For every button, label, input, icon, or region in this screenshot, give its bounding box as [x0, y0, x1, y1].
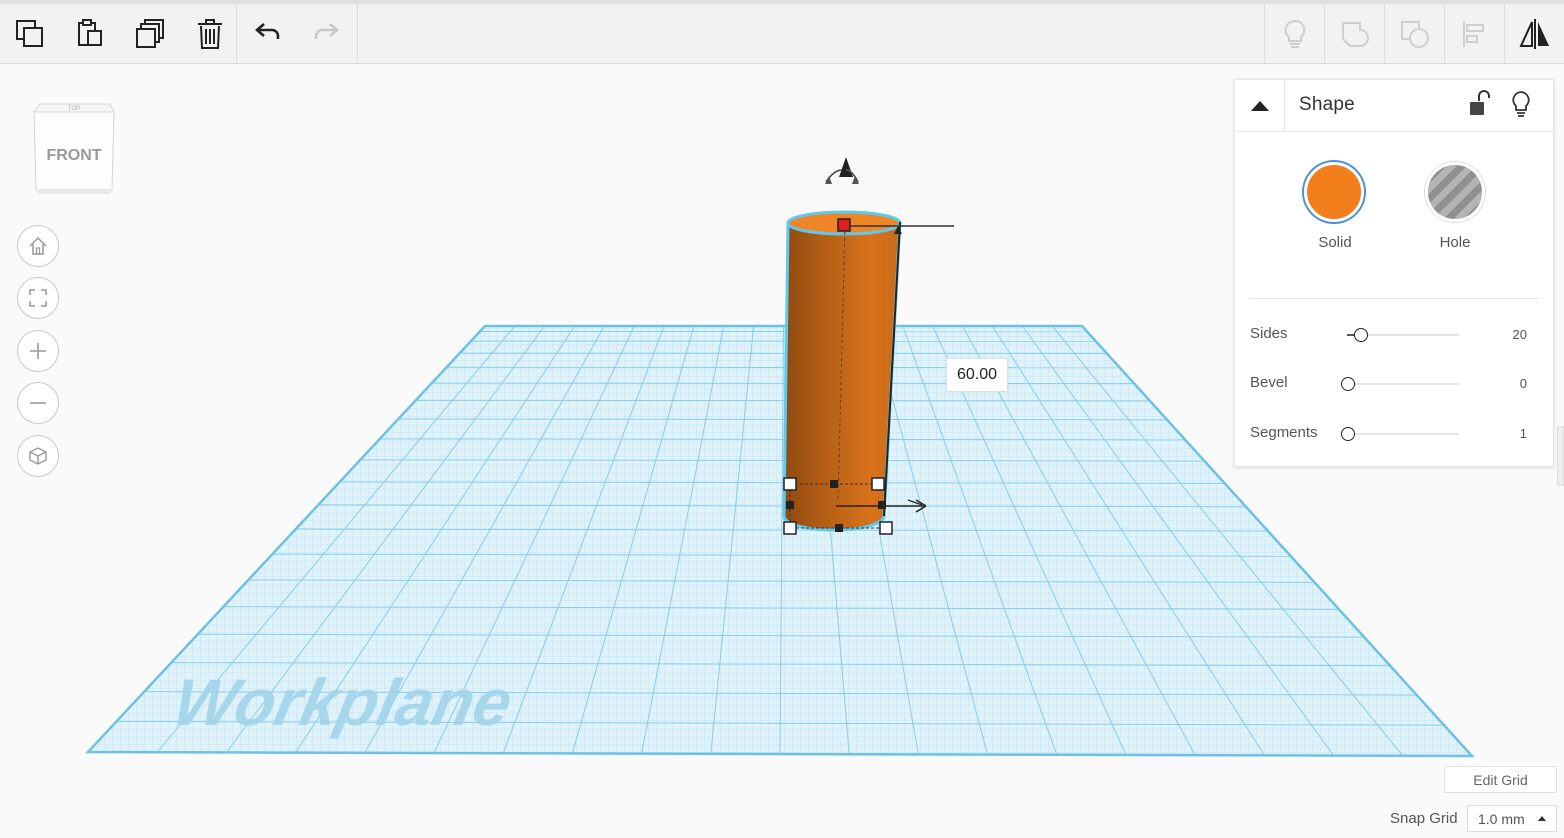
delete-button[interactable]	[180, 4, 240, 64]
collapse-inspector-button[interactable]	[1235, 80, 1285, 132]
bevel-slider-knob[interactable]	[1341, 377, 1355, 391]
sides-label: Sides	[1250, 325, 1288, 342]
solid-label: Solid	[1318, 234, 1352, 251]
edit-grid-button[interactable]: Edit Grid	[1444, 766, 1557, 793]
mirror-button[interactable]	[1504, 4, 1564, 64]
bevel-slider[interactable]	[1341, 377, 1459, 391]
align-icon	[1462, 21, 1484, 47]
ortho-view-icon	[29, 447, 47, 465]
shape-tools	[1264, 4, 1564, 64]
home-view-button[interactable]	[17, 225, 59, 267]
bevel-label: Bevel	[1250, 374, 1288, 391]
fit-view-icon	[29, 289, 47, 307]
group-icon	[1341, 22, 1369, 47]
redo-button[interactable]	[297, 4, 357, 64]
viewcube-front-label: FRONT	[46, 147, 101, 164]
segments-label: Segments	[1250, 424, 1318, 441]
unlock-icon[interactable]	[1467, 89, 1491, 119]
inspector-divider	[1249, 298, 1539, 299]
zoom-out-button[interactable]	[17, 382, 59, 424]
segments-slider[interactable]	[1341, 427, 1459, 441]
height-dimension-input[interactable]: 60.00	[946, 358, 1008, 392]
viewcube-top-label: TOP	[68, 106, 80, 112]
zoom-in-icon	[30, 343, 46, 359]
main-toolbar	[0, 0, 1564, 64]
zoom-out-icon	[30, 402, 46, 404]
duplicate-button[interactable]	[120, 4, 180, 64]
paste-icon	[78, 19, 102, 46]
ungroup-icon	[1400, 21, 1429, 48]
hole-swatch[interactable]	[1425, 162, 1485, 222]
redo-icon	[314, 23, 339, 39]
paste-button[interactable]	[60, 4, 120, 64]
height-handle[interactable]	[837, 218, 851, 232]
view-cube[interactable]: TOP FRONT	[30, 98, 118, 198]
fit-view-button[interactable]	[17, 277, 59, 319]
snap-grid-select[interactable]: 1.0 mm	[1467, 805, 1557, 832]
history-tools	[236, 4, 358, 64]
copy-button[interactable]	[0, 4, 60, 64]
sides-slider-knob[interactable]	[1354, 328, 1368, 342]
home-icon	[29, 236, 47, 255]
align-button[interactable]	[1444, 4, 1504, 64]
segments-value[interactable]: 1	[1520, 426, 1527, 441]
group-button[interactable]	[1324, 4, 1384, 64]
shape-inspector-panel: Shape Solid Hole Sides 20 Bevel 0 Segmen…	[1234, 79, 1554, 467]
sides-slider[interactable]	[1347, 328, 1459, 342]
caret-up-icon	[1538, 816, 1546, 821]
ungroup-button[interactable]	[1384, 4, 1444, 64]
undo-button[interactable]	[237, 4, 297, 64]
ortho-view-button[interactable]	[17, 435, 59, 477]
undo-icon	[255, 23, 280, 39]
snap-grid-value: 1.0 mm	[1478, 810, 1525, 827]
copy-icon	[16, 20, 43, 47]
lightbulb-icon[interactable]	[1509, 89, 1533, 119]
caret-up-icon	[1250, 101, 1269, 111]
segments-slider-knob[interactable]	[1341, 427, 1355, 441]
solid-color-swatch[interactable]	[1304, 162, 1364, 222]
lightbulb-icon	[1284, 19, 1305, 48]
show-all-button[interactable]	[1264, 4, 1324, 64]
trash-icon	[198, 19, 222, 49]
bevel-value[interactable]: 0	[1520, 376, 1527, 391]
workplane-label: Workplane	[167, 667, 519, 740]
rotate-handle[interactable]	[825, 157, 859, 184]
inspector-header: Shape	[1235, 80, 1553, 132]
mirror-icon	[1518, 19, 1549, 49]
duplicate-icon	[136, 19, 164, 48]
inspector-title: Shape	[1299, 94, 1355, 115]
hole-label: Hole	[1439, 234, 1471, 251]
snap-grid-label: Snap Grid	[1390, 810, 1458, 827]
edit-tools	[0, 4, 240, 64]
sides-value[interactable]: 20	[1513, 327, 1527, 342]
panel-resize-handle[interactable]	[1557, 426, 1564, 486]
zoom-in-button[interactable]	[17, 330, 59, 372]
